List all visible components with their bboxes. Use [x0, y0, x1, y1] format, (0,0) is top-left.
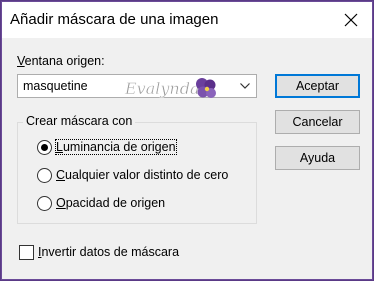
- radio-opacity-mnemonic: O: [56, 196, 66, 210]
- mask-source-group-title: Crear máscara con: [23, 114, 136, 128]
- watermark-logo: Evalynda: [124, 78, 216, 98]
- radio-any-nonzero-mnemonic: C: [56, 168, 66, 182]
- radio-luminance[interactable]: [37, 140, 52, 155]
- ok-button[interactable]: Aceptar: [275, 74, 360, 98]
- invert-mask-checkbox[interactable]: [19, 245, 34, 260]
- close-icon: [344, 13, 358, 27]
- source-window-selected: masquetine: [23, 79, 88, 93]
- radio-luminance-text: uminancia de origen: [62, 140, 176, 154]
- dialog-title: Añadir máscara de una imagen: [10, 11, 219, 28]
- radio-opacity-text: pacidad de origen: [65, 196, 166, 210]
- watermark-text: Evalynda: [124, 79, 200, 98]
- close-button[interactable]: [336, 6, 366, 34]
- invert-mask-text: nvertir datos de máscara: [41, 245, 180, 259]
- radio-any-nonzero-text: ualquier valor distinto de cero: [65, 168, 229, 182]
- radio-luminance-label[interactable]: Luminancia de origen: [55, 139, 177, 155]
- radio-luminance-mnemonic: L: [56, 140, 63, 154]
- radio-opacity[interactable]: [37, 196, 52, 211]
- invert-mask-label[interactable]: Invertir datos de máscara: [38, 245, 179, 259]
- chevron-down-icon: [240, 83, 250, 89]
- title-bar[interactable]: Añadir máscara de una imagen: [2, 2, 372, 38]
- source-window-label-text: entana origen:: [24, 54, 105, 68]
- radio-any-nonzero-label[interactable]: Cualquier valor distinto de cero: [56, 168, 228, 182]
- help-button[interactable]: Ayuda: [275, 146, 360, 170]
- pansy-flower-icon: [196, 78, 216, 98]
- radio-any-nonzero[interactable]: [37, 168, 52, 183]
- dialog-window: Añadir máscara de una imagen Ventana ori…: [0, 0, 374, 281]
- radio-opacity-label[interactable]: Opacidad de origen: [56, 196, 165, 210]
- radio-selected-dot: [41, 144, 48, 151]
- cancel-button[interactable]: Cancelar: [275, 110, 360, 134]
- source-window-label: Ventana origen:: [17, 54, 105, 68]
- source-window-label-mnemonic: V: [17, 54, 25, 68]
